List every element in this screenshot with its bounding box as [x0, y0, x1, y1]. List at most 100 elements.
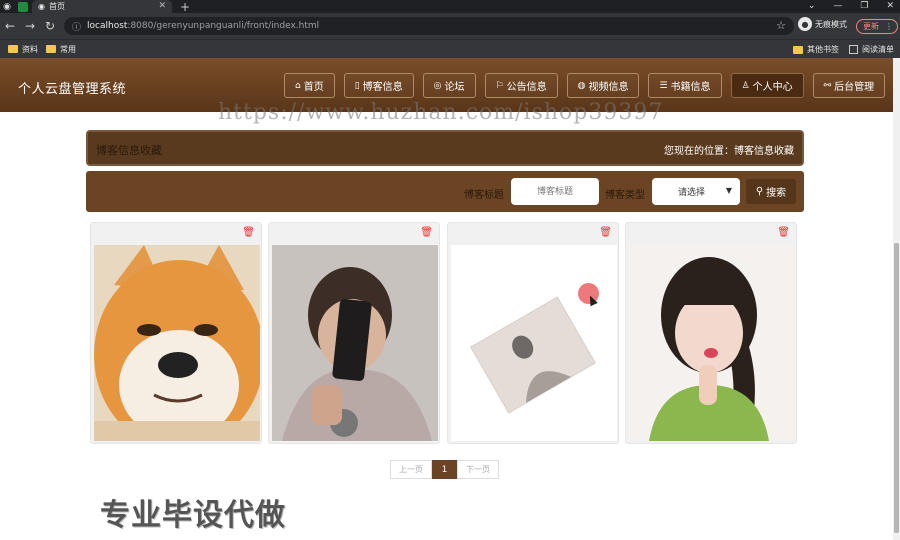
reading-list[interactable]: 阅读清单: [849, 44, 894, 55]
bookmark-folder-0[interactable]: 资料: [8, 44, 38, 55]
chevron-down-icon: ▼: [725, 186, 732, 195]
incognito-label: 无痕模式: [815, 19, 847, 29]
portrait-photo: [629, 245, 795, 441]
bookmark-label: 资料: [22, 44, 38, 54]
minimize-icon[interactable]: —: [833, 0, 842, 13]
prev-page-button[interactable]: 上一页: [390, 460, 432, 479]
nav-label: 视频信息: [588, 82, 629, 93]
bookmark-label: 阅读清单: [862, 45, 894, 54]
search-icon: ⚲: [755, 186, 764, 197]
back-arrow-icon[interactable]: ←: [0, 19, 20, 33]
nav-videos[interactable]: ◍ 视频信息: [566, 73, 640, 98]
reload-icon[interactable]: ↻: [40, 19, 60, 33]
restore-icon[interactable]: ❐: [860, 0, 868, 13]
nav-label: 博客信息: [362, 82, 403, 93]
search-button[interactable]: ⚲ 搜索: [746, 179, 796, 204]
next-page-button[interactable]: 下一页: [457, 460, 499, 479]
pagination: 上一页 1 下一页: [390, 460, 499, 479]
window-close-icon[interactable]: ✕: [886, 0, 894, 13]
breadcrumb: 您现在的位置：博客信息收藏: [664, 146, 794, 157]
browser-toolbar: ← → ↻ ⓘ localhost:8080/gerenyunpanguanli…: [0, 13, 900, 39]
browser-tab-strip: ◉ ◉ 首页 ✕ + ⌄ — ❐ ✕: [0, 0, 900, 14]
selfie-photo: [272, 245, 438, 441]
incognito-indicator[interactable]: ● 无痕模式: [798, 17, 847, 31]
link-icon: ⚯: [823, 80, 832, 91]
bookmark-label: 其他书签: [807, 45, 839, 54]
favorite-card[interactable]: 🗑: [447, 222, 619, 444]
page-scrollbar[interactable]: [893, 58, 900, 540]
watermark-text: https://www.huzhan.com/ishop39397: [218, 100, 664, 125]
nav-label: 论坛: [444, 82, 465, 93]
nav-forum[interactable]: ◎ 论坛: [422, 73, 476, 98]
close-icon[interactable]: ✕: [158, 1, 166, 11]
main-nav: ⌂ 首页 ▯ 博客信息 ◎ 论坛 ⚐ 公告信息 ◍ 视频信息 ☰ 书籍信息 ♙ 个人中心 ⚯ 后…: [284, 73, 886, 98]
search-bar: 博客标题 博客类型 请选择 ▼ ⚲ 搜索: [86, 171, 804, 212]
bookmarks-right: 其他书签 阅读清单: [793, 44, 894, 55]
page-title-bar: 博客信息收藏 您现在的位置：博客信息收藏: [86, 130, 804, 166]
nav-books[interactable]: ☰ 书籍信息: [648, 73, 722, 98]
nav-label: 个人中心: [752, 82, 793, 93]
card-image[interactable]: [272, 245, 438, 441]
flag-icon: ⚐: [495, 80, 504, 91]
type-select[interactable]: 请选择 ▼: [652, 178, 740, 205]
book-icon: ☰: [659, 80, 668, 91]
video-icon: ◍: [577, 80, 586, 91]
bookmarks-bar: 资料 常用 其他书签 阅读清单: [0, 39, 900, 58]
info-icon[interactable]: ⓘ: [72, 20, 81, 33]
more-menu-icon[interactable]: ⋮: [885, 22, 893, 31]
favorite-card[interactable]: 🗑: [625, 222, 797, 444]
nav-label: 公告信息: [506, 82, 547, 93]
bookmark-star-icon[interactable]: ☆: [776, 19, 786, 32]
chrome-globe-icon[interactable]: ◉: [0, 0, 14, 13]
promo-overlay-text: 专业毕设代做: [100, 498, 286, 533]
forward-arrow-icon[interactable]: →: [20, 19, 40, 33]
trash-icon[interactable]: 🗑: [420, 227, 433, 238]
browser-tab-active[interactable]: ◉ 首页 ✕: [32, 0, 172, 13]
sheets-tab-icon[interactable]: [18, 1, 28, 12]
title-search-input[interactable]: [511, 178, 599, 205]
trash-icon[interactable]: 🗑: [242, 227, 255, 238]
folder-icon: [8, 45, 18, 53]
home-icon: ⌂: [295, 80, 301, 91]
nav-label: 首页: [303, 82, 324, 93]
nav-admin[interactable]: ⚯ 后台管理: [812, 73, 886, 98]
trash-icon[interactable]: 🗑: [777, 227, 790, 238]
tab-title: 首页: [48, 2, 65, 11]
folder-icon: [793, 45, 803, 54]
card-image[interactable]: [94, 245, 260, 441]
trash-icon[interactable]: 🗑: [599, 227, 612, 238]
dog-photo: [94, 245, 260, 441]
scrollbar-thumb[interactable]: [894, 243, 899, 533]
nav-personal-center[interactable]: ♙ 个人中心: [730, 73, 804, 98]
favorite-card[interactable]: 🗑: [268, 222, 440, 444]
current-page[interactable]: 1: [432, 460, 457, 479]
window-controls: ⌄ — ❐ ✕: [808, 0, 894, 13]
bookmark-folder-1[interactable]: 常用: [46, 44, 76, 55]
type-select-value: 请选择: [678, 188, 706, 198]
globe-icon: ◉: [38, 2, 45, 11]
update-button[interactable]: 更新 ⋮: [856, 19, 898, 34]
address-bar[interactable]: ⓘ localhost:8080/gerenyunpanguanli/front…: [64, 17, 794, 35]
new-tab-plus-icon[interactable]: +: [180, 0, 190, 14]
tilted-photo: [451, 245, 617, 441]
chevron-down-icon[interactable]: ⌄: [808, 0, 816, 13]
favorites-grid: 🗑 🗑 🗑 🗑: [90, 222, 802, 444]
title-label: 博客标题: [464, 190, 504, 201]
bookmark-label: 常用: [60, 44, 76, 54]
page-title: 博客信息收藏: [96, 144, 162, 157]
nav-home[interactable]: ⌂ 首页: [284, 73, 335, 98]
search-button-label: 搜索: [766, 188, 787, 199]
nav-label: 书籍信息: [670, 82, 711, 93]
folder-icon: [46, 45, 56, 53]
nav-announcements[interactable]: ⚐ 公告信息: [484, 73, 558, 98]
blog-icon: ▯: [354, 80, 360, 91]
nav-label: 后台管理: [834, 82, 875, 93]
reading-list-icon: [849, 45, 858, 54]
card-image[interactable]: [451, 245, 617, 441]
favorite-card[interactable]: 🗑: [90, 222, 262, 444]
url-host: localhost: [87, 21, 128, 31]
other-bookmarks[interactable]: 其他书签: [793, 44, 839, 55]
card-image[interactable]: [629, 245, 795, 441]
nav-blog[interactable]: ▯ 博客信息: [343, 73, 414, 98]
site-title: 个人云盘管理系统: [18, 82, 127, 97]
